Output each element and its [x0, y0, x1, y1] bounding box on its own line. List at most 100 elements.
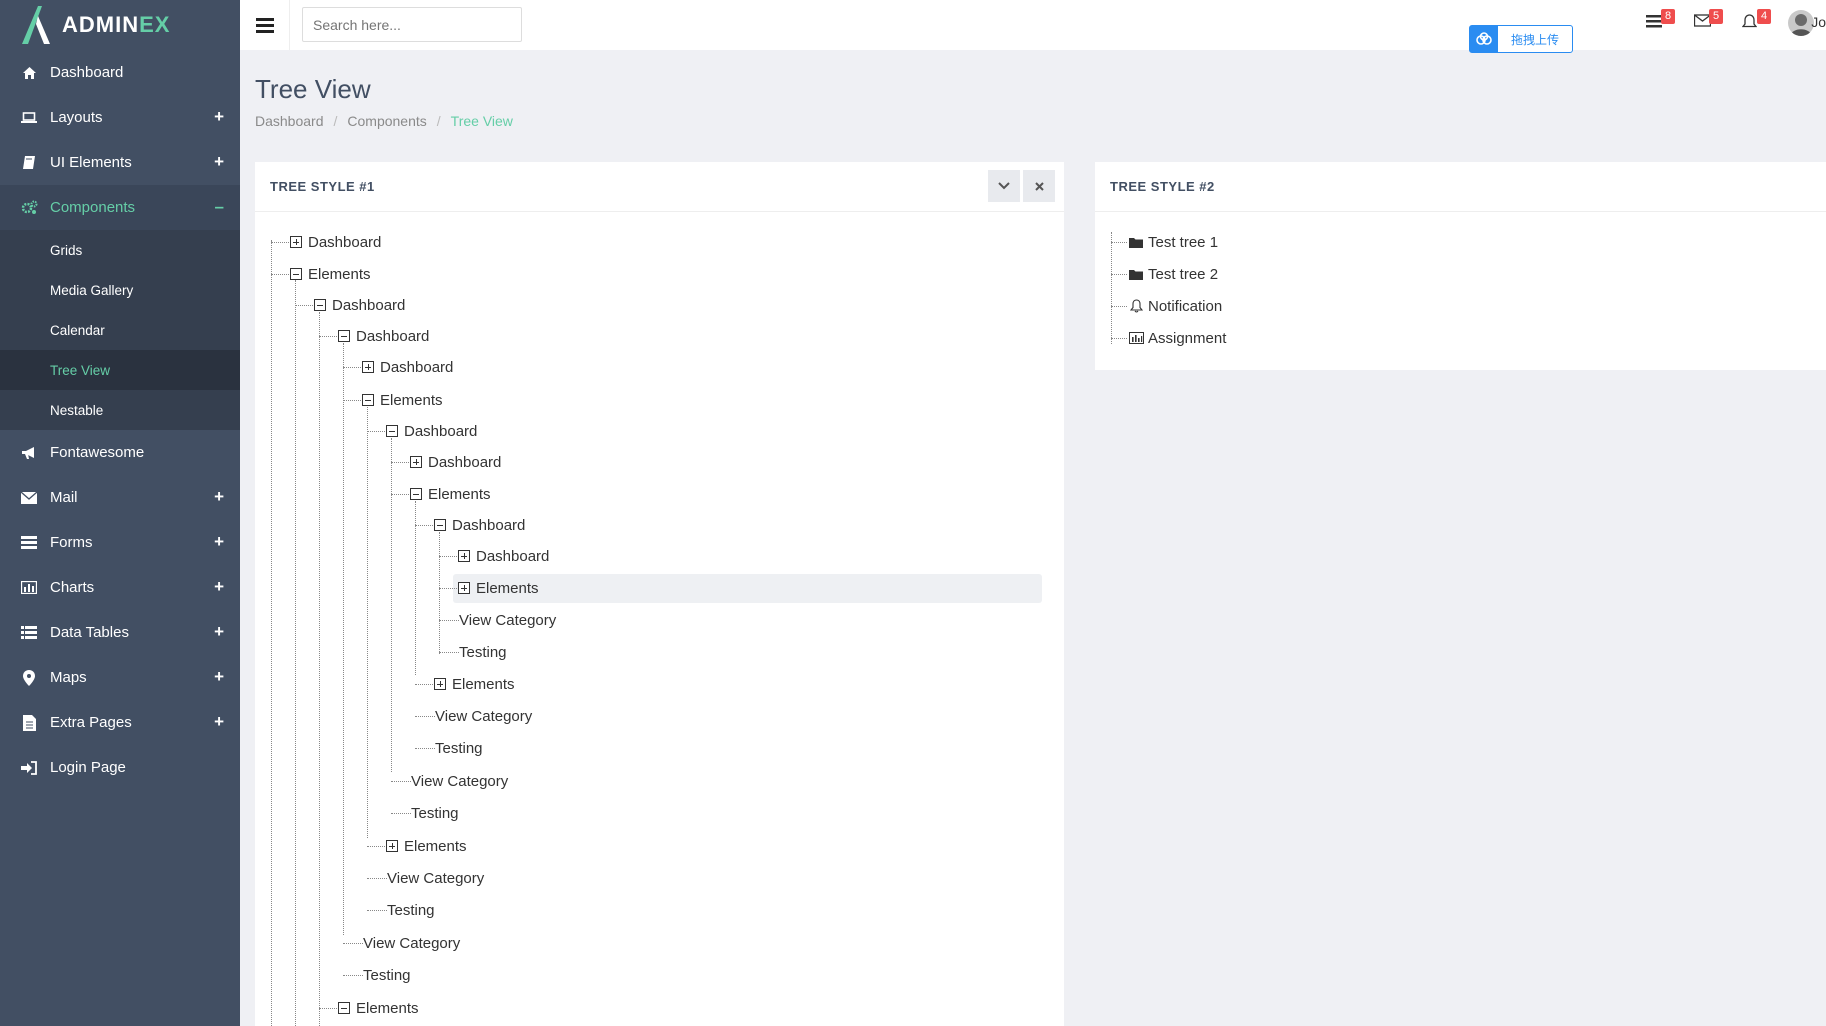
submenu-item-tree-view[interactable]: Tree View: [0, 350, 240, 390]
tree-node[interactable]: Test tree 2: [1128, 263, 1218, 285]
tree-node-leaf[interactable]: Testing: [411, 802, 459, 824]
tree-node[interactable]: Dashboard: [290, 231, 381, 253]
sidebar-item-label: Forms: [50, 534, 93, 551]
collapse-minus-icon[interactable]: [338, 330, 350, 342]
components-submenu: Grids Media Gallery Calendar Tree View N…: [0, 230, 240, 430]
expand-plus-icon[interactable]: [290, 236, 302, 248]
tree-node[interactable]: Dashboard: [362, 356, 453, 378]
tree-node[interactable]: Dashboard: [386, 420, 477, 442]
collapse-minus-icon[interactable]: [434, 519, 446, 531]
collapse-minus-icon[interactable]: [386, 425, 398, 437]
tree-node-leaf[interactable]: View Category: [363, 932, 460, 954]
alerts-notification-button[interactable]: 4: [1741, 9, 1771, 36]
expand-plus-icon[interactable]: [386, 840, 398, 852]
home-icon: [20, 64, 38, 82]
tree-node[interactable]: Dashboard: [434, 514, 525, 536]
sidebar-item-mail[interactable]: Mail +: [0, 475, 240, 520]
expand-plus-icon[interactable]: [410, 456, 422, 468]
tree-node[interactable]: Elements: [410, 483, 491, 505]
tree-node-leaf[interactable]: View Category: [387, 867, 484, 889]
sidebar-item-fontawesome[interactable]: Fontawesome: [0, 430, 240, 475]
tree-node[interactable]: Dashboard: [314, 294, 405, 316]
search-input[interactable]: [302, 7, 522, 42]
sidebar-item-charts[interactable]: Charts +: [0, 565, 240, 610]
tree-node[interactable]: Elements: [458, 577, 539, 599]
breadcrumb-separator: /: [333, 113, 338, 129]
submenu-item-media-gallery[interactable]: Media Gallery: [0, 270, 240, 310]
tree-node-leaf[interactable]: View Category: [459, 609, 556, 631]
tree-node-leaf[interactable]: Testing: [459, 641, 507, 663]
laptop-icon: [20, 109, 38, 127]
table-icon: [20, 624, 38, 642]
sidebar-item-data-tables[interactable]: Data Tables +: [0, 610, 240, 655]
tasks-notification-button[interactable]: 8: [1646, 9, 1675, 36]
tree-node[interactable]: Notification: [1128, 295, 1222, 317]
brand-logo[interactable]: ADMINEX: [0, 0, 240, 50]
expand-plus-icon[interactable]: [458, 582, 470, 594]
expand-plus-icon[interactable]: [362, 361, 374, 373]
tree-node-leaf[interactable]: Testing: [363, 964, 411, 986]
breadcrumb-item-components[interactable]: Components: [347, 113, 426, 129]
collapse-minus-icon: –: [214, 197, 224, 216]
tree-node[interactable]: Test tree 1: [1128, 231, 1218, 253]
submenu-item-nestable[interactable]: Nestable: [0, 390, 240, 430]
tree-node[interactable]: Dashboard: [410, 451, 501, 473]
expand-plus-icon[interactable]: [434, 678, 446, 690]
sidebar-item-maps[interactable]: Maps +: [0, 655, 240, 700]
book-icon: [20, 154, 38, 172]
user-name[interactable]: Jo: [1811, 14, 1826, 30]
sidebar-item-label: Data Tables: [50, 624, 129, 641]
top-header: 8 5 4 Jo: [240, 0, 1826, 50]
sidebar-item-layouts[interactable]: Layouts +: [0, 95, 240, 140]
tree-style-2-panel: TREE STYLE #2 Test tree 1 Test tree 2 No…: [1095, 162, 1826, 370]
user-avatar[interactable]: [1788, 10, 1814, 36]
collapse-minus-icon[interactable]: [314, 299, 326, 311]
tree-node[interactable]: Assignment: [1128, 327, 1226, 349]
map-marker-icon: [20, 669, 38, 687]
submenu-item-calendar[interactable]: Calendar: [0, 310, 240, 350]
sidebar-toggle-button[interactable]: [240, 0, 290, 50]
sidebar-item-extra-pages[interactable]: Extra Pages +: [0, 700, 240, 745]
collapse-minus-icon[interactable]: [410, 488, 422, 500]
expand-plus-icon: +: [214, 532, 224, 551]
sidebar-item-login-page[interactable]: Login Page: [0, 745, 240, 790]
tree-node-leaf[interactable]: Testing: [435, 737, 483, 759]
sidebar-item-ui-elements[interactable]: UI Elements +: [0, 140, 240, 185]
sidebar-item-forms[interactable]: Forms +: [0, 520, 240, 565]
sidebar-item-label: Login Page: [50, 759, 126, 776]
tree-node[interactable]: Dashboard: [338, 325, 429, 347]
submenu-item-grids[interactable]: Grids: [0, 230, 240, 270]
mail-notification-button[interactable]: 5: [1693, 9, 1723, 36]
tree-node[interactable]: Elements: [362, 389, 443, 411]
collapse-minus-icon[interactable]: [338, 1002, 350, 1014]
breadcrumb-item-dashboard[interactable]: Dashboard: [255, 113, 324, 129]
tree-node[interactable]: Elements: [290, 263, 371, 285]
tree-node-leaf[interactable]: View Category: [435, 705, 532, 727]
logo-mark-icon: [22, 6, 50, 44]
envelope-icon: [20, 489, 38, 507]
drag-upload-widget[interactable]: 拖拽上传: [1469, 25, 1573, 53]
sidebar-item-label: Extra Pages: [50, 714, 132, 731]
collapse-minus-icon[interactable]: [290, 268, 302, 280]
tree-node[interactable]: Elements: [386, 835, 467, 857]
page-title: Tree View: [255, 74, 371, 104]
sidebar-item-label: Charts: [50, 579, 95, 596]
tree-node[interactable]: Elements: [338, 997, 419, 1019]
sidebar-item-dashboard[interactable]: Dashboard: [0, 50, 240, 95]
folder-icon: [1128, 234, 1144, 250]
cloud-upload-icon: [1470, 26, 1498, 52]
alerts-badge: 4: [1757, 9, 1771, 24]
collapse-minus-icon[interactable]: [362, 394, 374, 406]
file-icon: [20, 714, 38, 732]
tree-hover-highlight: [453, 574, 1042, 603]
tree-node-leaf[interactable]: View Category: [411, 770, 508, 792]
tasks-icon: [20, 534, 38, 552]
expand-plus-icon[interactable]: [458, 550, 470, 562]
bullhorn-icon: [20, 444, 38, 462]
expand-plus-icon: +: [214, 487, 224, 506]
tree-node[interactable]: Elements: [434, 673, 515, 695]
tree-node-leaf[interactable]: Testing: [387, 899, 435, 921]
tree-node[interactable]: Dashboard: [458, 545, 549, 567]
expand-plus-icon: +: [214, 107, 224, 126]
sidebar-item-components[interactable]: Components –: [0, 185, 240, 230]
